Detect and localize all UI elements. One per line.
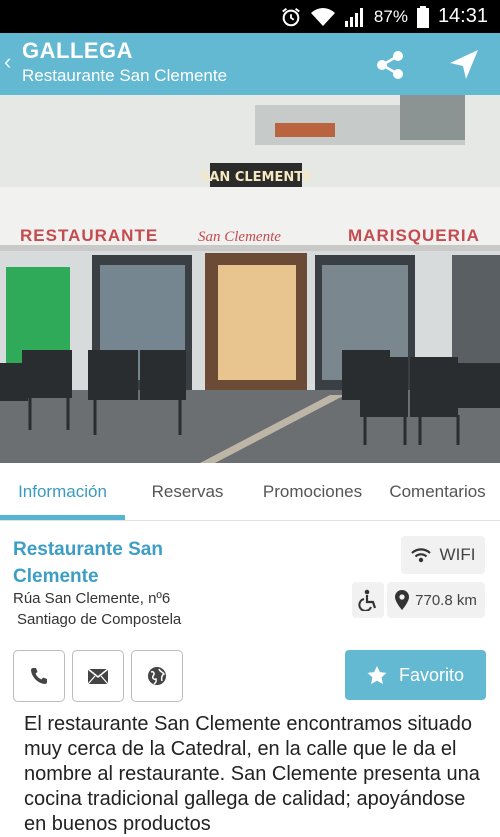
restaurant-name: Restaurante San Clemente [13,539,163,587]
restaurant-photo[interactable]: SAN CLEMENTE RESTAURANTE San Clemente MA… [0,95,500,463]
navigation-arrow-icon[interactable] [446,47,482,83]
wifi-icon [310,7,335,26]
phone-icon [31,668,47,684]
call-button[interactable] [13,650,65,702]
restaurant-description: El restaurante San Clemente encontramos … [24,713,480,835]
distance-value: 770.8 km [415,591,477,609]
awning-right-text: MARISQUERIA [348,226,480,245]
awning-middle-text: San Clemente [198,229,281,245]
envelope-icon [88,668,108,684]
favorite-label: Favorito [398,664,465,685]
tab-reservas[interactable]: Reservas [125,463,250,520]
status-icons: 87% 14:31 [280,0,488,33]
awning-left-text: RESTAURANTE [20,226,158,245]
favorite-button[interactable]: Favorito [345,650,486,700]
address-line-1: Rúa San Clemente, nº6 [13,590,171,607]
star-icon [367,665,387,684]
tab-promociones[interactable]: Promociones [250,463,375,520]
tab-informacion[interactable]: Información [0,463,125,520]
address-line-2: Santiago de Compostela [17,611,182,628]
tab-comentarios[interactable]: Comentarios [375,463,500,520]
globe-icon [148,667,166,685]
distance-badge: 770.8 km [387,582,485,618]
wifi-label: WIFI [439,545,476,564]
battery-icon [416,5,429,28]
signal-icon [344,7,363,27]
wheelchair-icon [358,589,377,611]
website-button[interactable] [131,650,183,702]
location-pin-icon [395,590,410,610]
status-bar: 87% 14:31 [0,0,500,33]
app-bar-title[interactable]: GALLEGA [22,38,133,64]
app-bar: ‹ GALLEGA Restaurante San Clemente [0,33,500,95]
back-chevron-icon[interactable]: ‹ [4,49,11,75]
tab-bar: Información Reservas Promociones Comenta… [0,463,500,521]
wifi-badge: WIFI [401,536,485,574]
accessibility-badge [352,582,384,618]
battery-percent: 87% [373,6,408,26]
clock: 14:31 [437,5,488,27]
app-bar-subtitle: Restaurante San Clemente [22,66,228,85]
email-button[interactable] [72,650,124,702]
alarm-icon [282,7,300,26]
wifi-icon [410,548,431,563]
sign-text: SAN CLEMENTE [200,170,312,185]
share-icon[interactable] [372,47,408,83]
